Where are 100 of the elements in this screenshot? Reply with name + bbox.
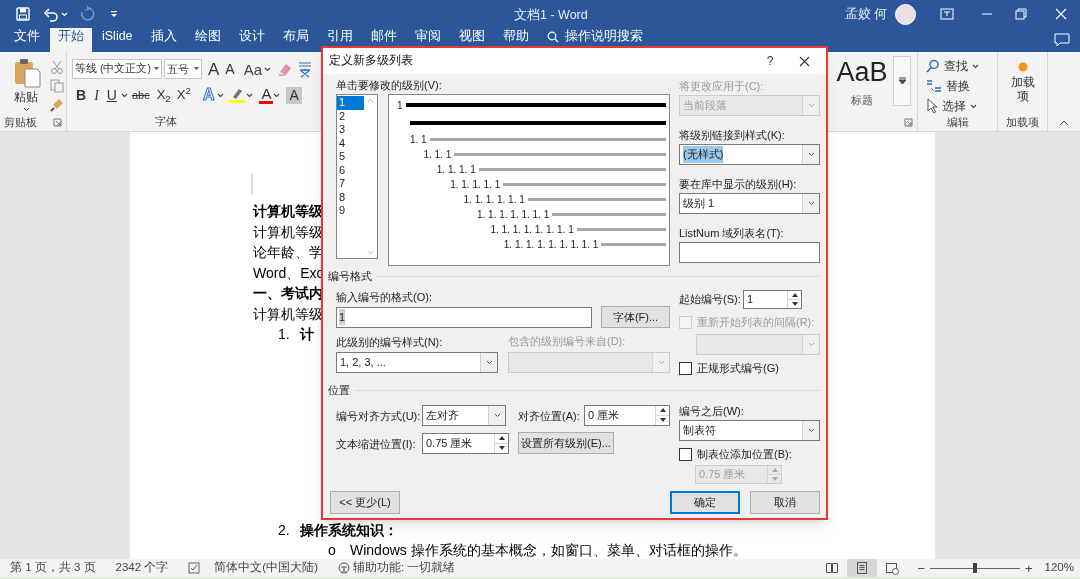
italic-button[interactable]: I <box>90 84 103 106</box>
caret-icon[interactable] <box>217 92 225 98</box>
number-format-field[interactable]: 1 <box>336 306 592 328</box>
collapse-ribbon-icon[interactable] <box>1059 120 1069 126</box>
dialog-launcher-icon[interactable] <box>53 118 62 127</box>
cursor-icon[interactable] <box>926 98 938 114</box>
character-shading-button[interactable]: A <box>286 86 302 104</box>
level-item[interactable]: 2 <box>337 109 364 123</box>
zoom-out-button[interactable]: − <box>917 561 925 575</box>
ribbon-tab[interactable]: 文件 <box>6 28 48 52</box>
spin-down-icon[interactable] <box>791 302 798 306</box>
link-style-dropdown[interactable]: (无样式) <box>679 144 820 165</box>
slider-thumb[interactable] <box>973 563 977 573</box>
caret-icon[interactable] <box>972 63 979 69</box>
level-item[interactable]: 3 <box>337 123 364 137</box>
bold-button[interactable]: B <box>72 84 91 106</box>
zoom-in-button[interactable]: + <box>1025 561 1033 575</box>
status-text[interactable]: 简体中文(中国大陆) <box>214 559 319 577</box>
ribbon-tab[interactable]: 视图 <box>450 28 493 52</box>
caret-icon[interactable] <box>264 66 272 72</box>
editing-button[interactable]: 替换 <box>946 77 970 95</box>
start-at-spinner[interactable]: 1 <box>743 290 802 309</box>
undo-icon[interactable] <box>43 6 59 22</box>
editing-button[interactable]: 选择 <box>942 97 966 115</box>
dialog-launcher-icon[interactable] <box>904 118 913 127</box>
grow-font-button[interactable]: A <box>205 60 223 78</box>
font-size-field[interactable]: 五号 <box>164 59 202 79</box>
ribbon-tab[interactable]: 绘图 <box>186 28 229 52</box>
subscript-button[interactable]: X$_{2}$ <box>153 85 174 105</box>
caret-icon[interactable] <box>246 92 254 98</box>
shrink-font-button[interactable]: A <box>222 62 238 76</box>
help-button[interactable]: ? <box>760 52 780 70</box>
caret-icon[interactable] <box>273 92 281 98</box>
spin-down-icon[interactable] <box>498 446 505 450</box>
level-item[interactable]: 5 <box>337 150 364 164</box>
gallery-more-icon[interactable] <box>897 77 907 85</box>
style-tile[interactable]: AaB 标题 <box>834 56 890 114</box>
accessibility-icon[interactable] <box>338 562 351 574</box>
close-icon[interactable] <box>799 55 810 67</box>
spin-up-icon[interactable] <box>498 436 505 440</box>
spin-up-icon[interactable] <box>791 293 798 297</box>
customize-icon[interactable] <box>109 9 119 19</box>
highlighter-icon[interactable] <box>228 86 247 104</box>
ribbon-tab[interactable]: 设计 <box>230 28 273 52</box>
font-color-button[interactable]: A <box>259 86 274 104</box>
strikethrough-button[interactable]: abc <box>127 86 154 104</box>
superscript-button[interactable]: X$^{2}$ <box>173 85 194 105</box>
spin-down-icon[interactable] <box>659 418 666 422</box>
status-text[interactable]: 2342 个字 <box>115 559 169 577</box>
spin-up-icon[interactable] <box>659 408 666 412</box>
indent-spinner[interactable]: 0.75 厘米 <box>422 432 509 454</box>
level-item[interactable]: 4 <box>337 136 364 150</box>
ribbon-tab[interactable]: 插入 <box>142 28 185 52</box>
level-item[interactable]: 9 <box>337 204 364 218</box>
set-all-levels-button[interactable]: 设置所有级别(E)... <box>518 432 614 454</box>
gallery-level-dropdown[interactable]: 级别 1 <box>679 193 820 214</box>
save-icon[interactable] <box>15 6 31 22</box>
ribbon-tab[interactable]: iSlide <box>94 28 141 52</box>
phonetic-guide-icon[interactable] <box>297 60 314 78</box>
format-painter-icon[interactable] <box>50 98 64 112</box>
status-text[interactable]: 辅助功能: 一切就绪 <box>353 559 456 577</box>
follow-number-dropdown[interactable]: 制表符 <box>679 420 820 441</box>
caret-icon[interactable] <box>970 103 977 109</box>
level-item[interactable]: 1 <box>337 96 364 110</box>
avatar[interactable] <box>895 3 916 25</box>
list-name-field[interactable] <box>679 242 820 263</box>
ribbon-tab[interactable]: 审阅 <box>406 28 449 52</box>
ribbon-display-icon[interactable] <box>940 8 954 20</box>
restore-icon[interactable] <box>1015 8 1027 20</box>
aligned-at-spinner[interactable]: 0 厘米 <box>584 404 670 426</box>
caret-icon[interactable] <box>120 92 128 98</box>
level-item[interactable]: 8 <box>337 190 364 204</box>
level-list[interactable]: 1 2 3 4 5 6 7 8 9 <box>336 94 378 259</box>
ribbon-tab[interactable]: 引用 <box>318 28 361 52</box>
underline-button[interactable]: U <box>102 84 121 106</box>
search-icon[interactable] <box>926 59 940 73</box>
caret-icon[interactable] <box>154 67 159 71</box>
zoom-slider[interactable] <box>930 563 1020 573</box>
caret-icon[interactable] <box>194 67 199 71</box>
status-text[interactable]: 第 1 页，共 3 页 <box>10 559 96 577</box>
add-ins-button[interactable]: 加载项 <box>1009 75 1036 103</box>
level-item[interactable]: 6 <box>337 163 364 177</box>
replace-icon[interactable] <box>926 78 942 94</box>
alignment-dropdown[interactable]: 左对齐 <box>422 404 506 426</box>
editing-button[interactable]: 查找 <box>944 57 968 75</box>
ribbon-tab[interactable]: 布局 <box>274 28 317 52</box>
proofing-icon[interactable] <box>188 562 203 574</box>
dialog-button[interactable]: << 更少(L) <box>330 491 400 514</box>
add-in-dot-icon[interactable] <box>1017 62 1028 72</box>
ribbon-tab[interactable]: 帮助 <box>494 28 537 52</box>
search-field[interactable]: 操作说明搜索 <box>564 28 643 45</box>
dialog-button[interactable]: 确定 <box>670 491 740 514</box>
dialog-button[interactable]: 取消 <box>750 491 820 514</box>
font-name-field[interactable]: 等线 (中文正文) <box>72 59 162 79</box>
ribbon-tab[interactable]: 开始 <box>50 28 92 52</box>
print-layout-button[interactable] <box>847 559 878 577</box>
ribbon-tab[interactable]: 邮件 <box>362 28 405 52</box>
paste-button[interactable]: 粘贴 <box>8 58 44 114</box>
checkbox[interactable] <box>679 361 692 375</box>
change-case-button[interactable]: Aa <box>243 61 263 77</box>
